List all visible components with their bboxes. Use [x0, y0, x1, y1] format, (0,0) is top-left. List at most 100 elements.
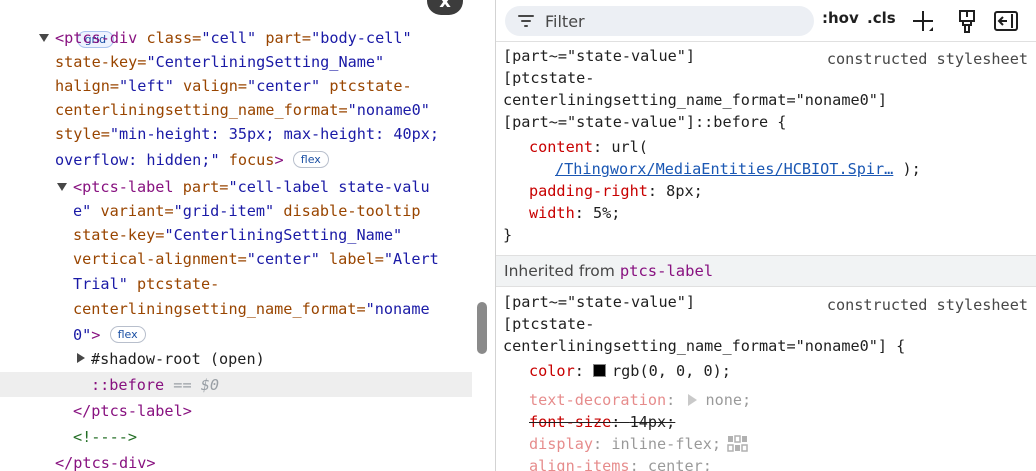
rule-selector[interactable]: [ptcstate-	[503, 313, 594, 336]
toggle-sidebar-icon[interactable]	[993, 8, 1019, 34]
property-value[interactable]: none;	[705, 391, 751, 409]
property-name[interactable]: font-size	[529, 413, 611, 431]
new-style-rule-icon[interactable]	[910, 8, 936, 34]
attr-name: variant=	[91, 202, 174, 220]
attr-name: centerliningsetting_name_format=	[55, 101, 348, 119]
property-name[interactable]: content	[529, 138, 593, 156]
rule-selector[interactable]: [part~="state-value"]::before {	[503, 111, 786, 134]
styles-toolbar: :hov .cls	[496, 0, 1036, 42]
dom-node-line: overflow: hidden;" focus> flex	[55, 148, 329, 172]
attr-value: 0"	[73, 326, 92, 344]
dom-node-line: state-key="CenterliningSetting_Name"	[73, 223, 402, 247]
flex-badge[interactable]: flex	[109, 326, 146, 343]
filter-box[interactable]	[505, 6, 814, 36]
elements-line: grid	[40, 4, 115, 48]
property-name[interactable]: width	[529, 204, 575, 222]
attr-value: "noname0"	[347, 101, 430, 119]
expand-triangle-icon[interactable]	[39, 34, 49, 42]
dom-node-line: style="min-height: 35px; max-height: 40p…	[55, 122, 439, 146]
dom-node-line: vertical-alignment="center" label="Alert	[73, 247, 439, 271]
property-value[interactable]: rgb(0, 0, 0);	[612, 362, 731, 380]
attr-value: "body-cell"	[311, 29, 412, 47]
declaration-padding-right[interactable]: padding-right: 8px;	[529, 180, 703, 202]
cls-button[interactable]: .cls	[867, 9, 896, 27]
dom-node-line: 0"> flex	[73, 323, 146, 347]
declaration-content-url: /Thingworx/MediaEntities/HCBIOT.Spir… );	[555, 158, 921, 180]
dom-node-close-ptcs-div[interactable]: </ptcs-div>	[55, 451, 156, 471]
property-value[interactable]: url(	[611, 138, 648, 156]
property-name[interactable]: align-items	[529, 457, 630, 471]
color-swatch-icon[interactable]	[593, 364, 607, 377]
rule-selector[interactable]: centerliningsetting_name_format="noname0…	[503, 89, 887, 112]
close-icon[interactable]: x	[427, 0, 463, 15]
tag-name: <ptcs-div	[55, 29, 138, 47]
dom-node-comment[interactable]: <!---->	[73, 425, 137, 449]
inherited-section-header: Inherited from ptcs-label	[496, 255, 1036, 287]
flexbox-editor-icon[interactable]	[727, 435, 748, 452]
element-state-icon[interactable]	[954, 8, 980, 34]
attr-name: halign=	[55, 77, 120, 95]
filter-icon	[518, 15, 534, 27]
elements-scrollbar-thumb[interactable]	[477, 302, 487, 354]
rule-selector[interactable]: [ptcstate-	[503, 67, 594, 90]
rule-selector[interactable]: centerliningsetting_name_format="noname0…	[503, 335, 905, 358]
pseudo-element-name: ::before	[91, 376, 165, 394]
tag-name: <ptcs-label	[73, 178, 174, 196]
declaration-align-items[interactable]: align-items: center;	[529, 455, 712, 471]
selected-row-highlight	[0, 372, 472, 397]
attr-value: "Alert	[383, 250, 439, 268]
dom-node-line: centerliningsetting_name_format="noname0…	[55, 98, 430, 122]
declaration-font-size-overridden[interactable]: font-size: 14px;	[529, 411, 675, 433]
declaration-content[interactable]: content: url(	[529, 136, 648, 158]
property-name[interactable]: padding-right	[529, 182, 648, 200]
attr-value: "center"	[247, 77, 321, 95]
pseudo-element-before[interactable]: ::before == $0	[91, 373, 219, 397]
declaration-text-decoration[interactable]: text-decoration: none;	[529, 389, 751, 411]
attr-name: part=	[256, 29, 312, 47]
dom-node-ptcs-div[interactable]: <ptcs-div class="cell" part="body-cell"	[55, 26, 412, 50]
property-name[interactable]: text-decoration	[529, 391, 666, 409]
property-value-end: );	[893, 160, 921, 178]
expand-shorthand-icon[interactable]	[688, 394, 698, 406]
rule-source-link[interactable]: constructed stylesheet	[827, 294, 1028, 317]
property-value[interactable]: 14px;	[630, 413, 676, 431]
property-name[interactable]: color	[529, 362, 575, 380]
attr-name: vertical-alignment=	[73, 250, 247, 268]
hov-button[interactable]: :hov	[822, 9, 859, 27]
attr-value: "noname	[365, 300, 430, 318]
attr-value: "CenterliningSetting_Name"	[146, 53, 385, 71]
flex-badge[interactable]: flex	[292, 151, 329, 168]
declaration-color[interactable]: color: rgb(0, 0, 0);	[529, 360, 731, 382]
tag-name: </ptcs-div>	[55, 454, 156, 471]
shadow-root-node[interactable]: #shadow-root (open)	[91, 347, 265, 371]
dom-node-ptcs-label[interactable]: <ptcs-label part="cell-label state-valu	[73, 175, 430, 199]
declaration-width[interactable]: width: 5%;	[529, 202, 620, 224]
comment-text: <!---->	[73, 428, 138, 446]
attr-value: "cell-label state-valu	[228, 178, 430, 196]
inherited-tag-link[interactable]: ptcs-label	[620, 262, 713, 280]
attr-name: state-key=	[55, 53, 147, 71]
expand-triangle-icon[interactable]	[57, 183, 67, 191]
rule-selector[interactable]: [part~="state-value"]	[503, 45, 695, 68]
dom-node-line: halign="left" valign="center" ptcstate-	[55, 74, 412, 98]
property-value[interactable]: 8px;	[666, 182, 703, 200]
url-link[interactable]: /Thingworx/MediaEntities/HCBIOT.Spir…	[555, 160, 893, 178]
declaration-display[interactable]: display: inline-flex;	[529, 433, 748, 455]
selected-marker: == $0	[164, 376, 220, 394]
dom-node-line: centerliningsetting_name_format="noname	[73, 297, 430, 321]
attr-name: state-key=	[73, 226, 165, 244]
rule-source-link[interactable]: constructed stylesheet	[827, 48, 1028, 71]
property-value[interactable]: inline-flex;	[611, 435, 721, 453]
attr-value: "min-height: 35px; max-height: 40px;	[109, 125, 440, 143]
property-name[interactable]: display	[529, 435, 593, 453]
attr-name: ptcstate-	[127, 275, 220, 293]
property-value[interactable]: 5%;	[593, 204, 620, 222]
attr-value: overflow: hidden;"	[55, 151, 220, 169]
attr-name: valign=	[173, 77, 248, 95]
rule-selector[interactable]: [part~="state-value"]	[503, 291, 695, 314]
dom-node-close-ptcs-label[interactable]: </ptcs-label>	[73, 399, 192, 423]
property-value[interactable]: center;	[648, 457, 712, 471]
dom-node-line: Trial" ptcstate-	[73, 272, 219, 296]
collapse-triangle-icon[interactable]	[77, 353, 85, 363]
filter-input[interactable]	[545, 6, 805, 36]
